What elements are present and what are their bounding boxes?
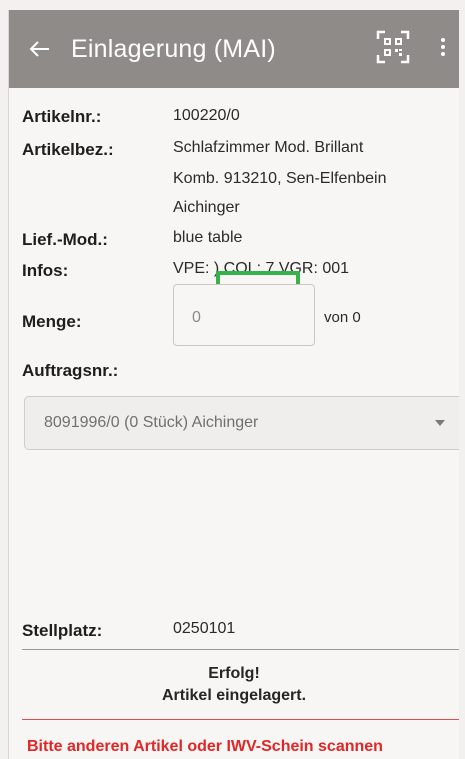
order-number-label: Auftragsnr.: (22, 361, 119, 380)
supplier-model-label: Lief.-Mod.: (22, 230, 108, 249)
scan-button[interactable] (371, 24, 415, 70)
article-desc-line2: Komb. 913210, Sen-Elfenbein (173, 170, 387, 187)
divider-bottom (22, 719, 459, 720)
chevron-down-icon (435, 420, 445, 426)
back-button[interactable] (9, 10, 69, 88)
article-number-label: Artikelnr.: (22, 107, 102, 126)
infos-value: VPE: ) COL: 7 VGR: 001 (173, 260, 350, 277)
divider-top (22, 649, 459, 650)
location-value: 0250101 (173, 620, 236, 637)
more-vert-icon (441, 35, 445, 59)
order-number-select[interactable]: 8091996/0 (0 Stück) Aichinger (24, 396, 459, 450)
article-number-value: 100220/0 (173, 107, 240, 124)
arrow-left-icon (29, 41, 49, 57)
location-label: Stellplatz: (22, 621, 103, 640)
page-title: Einlagerung (MAI) (71, 34, 276, 63)
app-bar: Einlagerung (MAI) (9, 10, 459, 88)
success-message: Erfolg! Artikel eingelagert. (9, 663, 459, 707)
infos-label: Infos: (22, 261, 69, 280)
order-number-selected: 8091996/0 (0 Stück) Aichinger (44, 414, 259, 431)
article-desc-line3: Aichinger (173, 199, 240, 216)
article-desc-line1: Schlafzimmer Mod. Brillant (173, 139, 364, 156)
quantity-of-text: von 0 (324, 309, 361, 326)
supplier-model-value: blue table (173, 229, 243, 246)
article-desc-label: Artikelbez.: (22, 140, 114, 159)
overflow-menu-button[interactable] (429, 24, 457, 70)
qr-code-icon (376, 30, 410, 64)
scan-prompt: Bitte anderen Artikel oder IWV-Schein sc… (27, 738, 383, 755)
quantity-label: Menge: (22, 312, 82, 331)
success-title: Erfolg! (208, 665, 260, 682)
success-text: Artikel eingelagert. (161, 687, 307, 704)
app-screen: Einlagerung (MAI) Artikelnr.: 100220/0 A… (8, 10, 459, 759)
quantity-input[interactable]: 0 (173, 284, 315, 346)
